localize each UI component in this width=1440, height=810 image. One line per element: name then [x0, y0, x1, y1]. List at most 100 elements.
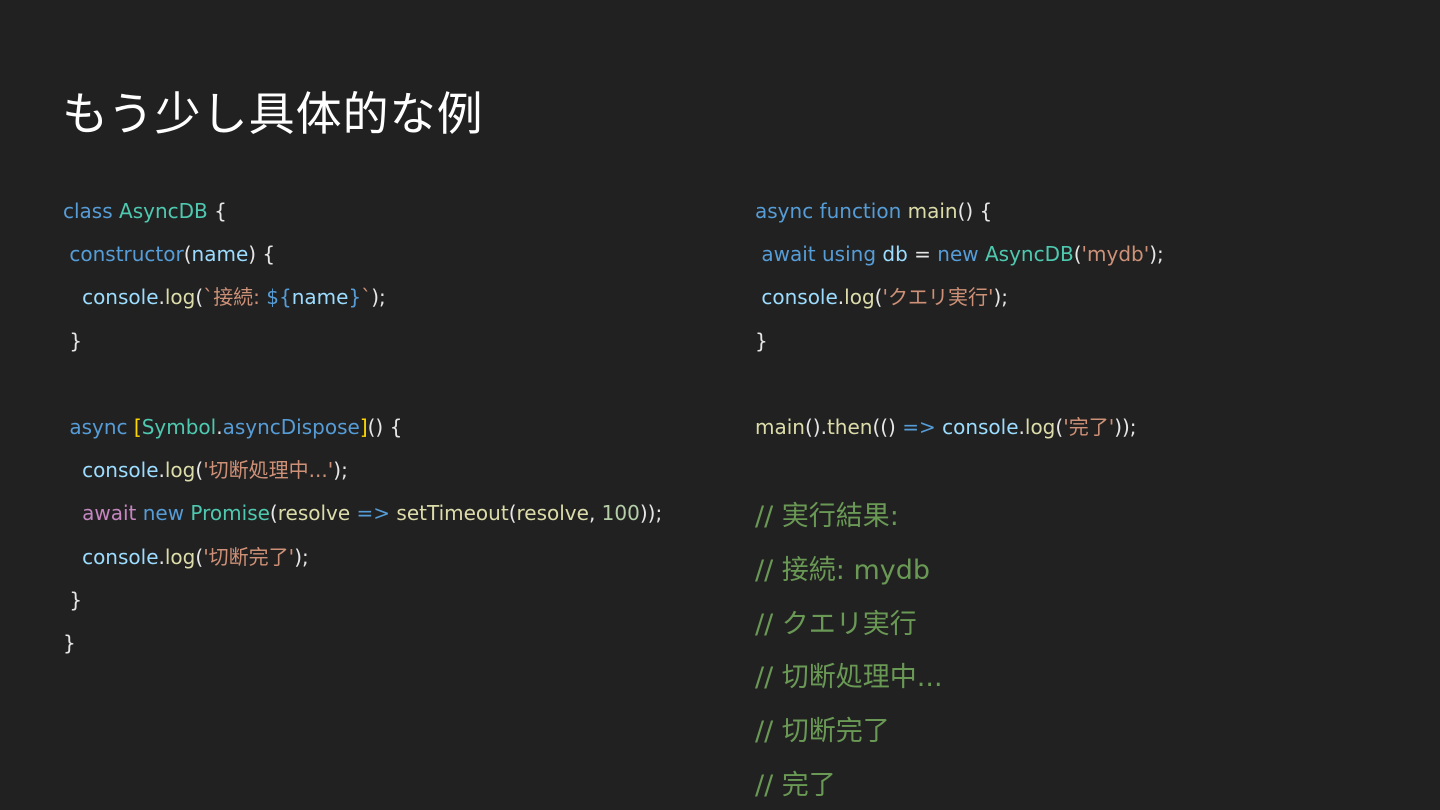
code-line: } — [63, 320, 723, 363]
result-comment-line: // 切断完了 — [755, 716, 890, 748]
code-token: console — [82, 544, 159, 569]
result-comment-line: // 完了 — [755, 769, 836, 801]
code-token: )); — [639, 501, 663, 526]
code-line: } — [755, 320, 1415, 363]
code-token: ) { — [248, 242, 276, 267]
code-token: await — [761, 242, 816, 267]
code-token: ` — [361, 285, 372, 310]
code-token: log — [164, 285, 196, 310]
code-token: resolve — [277, 501, 351, 526]
code-token: log — [1024, 414, 1056, 439]
code-line: class AsyncDB { — [63, 190, 723, 233]
code-token: )); — [1114, 414, 1137, 439]
code-token: console — [761, 285, 838, 310]
code-token: new — [937, 242, 979, 267]
code-token: ); — [993, 285, 1009, 310]
code-token: { — [207, 199, 227, 223]
code-token: `接続: — [203, 285, 267, 310]
code-token: Symbol — [141, 414, 217, 439]
code-token: asyncDispose — [222, 414, 360, 439]
code-token: } — [755, 328, 768, 353]
code-block-main-function: async function main() { await using db =… — [755, 190, 1415, 449]
code-token: 100 — [601, 501, 640, 526]
code-token: ${ — [266, 285, 292, 310]
code-token: () { — [367, 414, 403, 439]
code-token: log — [844, 285, 875, 310]
code-token: new — [142, 501, 185, 526]
code-token: class — [63, 199, 113, 223]
code-line: } — [63, 622, 723, 665]
result-comment-line: // クエリ実行 — [755, 608, 917, 640]
code-token: function — [819, 199, 902, 223]
code-token: () { — [957, 199, 993, 223]
code-token: then — [826, 414, 873, 439]
code-token: 'クエリ実行' — [882, 285, 994, 310]
code-line: console.log('クエリ実行'); — [755, 276, 1415, 319]
code-line: console.log('切断完了'); — [63, 536, 723, 579]
code-token: ); — [333, 458, 348, 483]
code-token: '切断完了' — [203, 544, 295, 569]
code-token: constructor — [69, 242, 184, 267]
code-token: => — [356, 501, 391, 526]
code-token: AsyncDB — [119, 199, 208, 223]
code-line: console.log(`接続: ${name}`); — [63, 276, 723, 319]
result-comment-line: // 実行結果: — [755, 501, 899, 532]
code-token: await — [82, 501, 137, 526]
code-token: console — [82, 285, 159, 310]
code-line: async function main() { — [755, 190, 1415, 233]
result-comment-line: // 接続: mydb — [755, 554, 931, 586]
code-line: console.log('切断処理中...'); — [63, 449, 723, 492]
code-token: (() — [872, 414, 903, 439]
code-token: 'mydb' — [1081, 242, 1150, 267]
code-token: } — [348, 285, 362, 310]
code-token: using — [822, 242, 877, 267]
code-token: } — [63, 587, 83, 612]
code-token: [ — [133, 414, 142, 439]
code-token: = — [907, 242, 938, 267]
code-token: ( — [1073, 242, 1082, 267]
code-token: (). — [804, 414, 827, 439]
code-line: constructor(name) { — [63, 233, 723, 276]
code-line: await using db = new AsyncDB('mydb'); — [755, 233, 1415, 276]
code-token: console — [82, 458, 159, 483]
code-token: log — [164, 544, 196, 569]
code-token: } — [63, 630, 76, 655]
code-line: } — [63, 579, 723, 622]
code-token: setTimeout — [396, 501, 509, 526]
code-token: main — [907, 199, 958, 223]
code-token: Promise — [190, 501, 270, 526]
code-token: } — [63, 328, 83, 353]
code-token: ( — [508, 501, 517, 526]
code-token: ] — [359, 414, 368, 439]
code-token: ); — [1149, 242, 1164, 267]
code-token: async — [755, 199, 814, 223]
code-line: await new Promise(resolve => setTimeout(… — [63, 492, 723, 535]
code-token: '切断処理中...' — [203, 458, 334, 483]
slide-title: もう少し具体的な例 — [62, 87, 484, 141]
code-token: AsyncDB — [984, 242, 1074, 267]
code-token: ); — [294, 544, 309, 569]
code-token: '完了' — [1063, 414, 1115, 439]
code-token: db — [882, 242, 908, 267]
code-token: => — [902, 414, 936, 439]
result-comment-line: // 切断処理中... — [755, 662, 943, 694]
code-token: main — [755, 414, 805, 439]
code-token: name — [291, 285, 349, 310]
code-token: resolve — [516, 501, 589, 526]
execution-result-comments: // 実行結果: // 接続: mydb // クエリ実行 // 切断処理中..… — [755, 490, 943, 810]
code-token: ( — [183, 242, 192, 267]
code-token: console — [942, 414, 1019, 439]
code-line: async [Symbol.asyncDispose]() { — [63, 406, 723, 449]
code-token: log — [164, 458, 196, 483]
code-token: async — [69, 414, 128, 439]
code-token: ); — [371, 285, 386, 310]
code-token: name — [191, 242, 249, 267]
code-block-asyncdb-class: class AsyncDB { constructor(name) { cons… — [63, 190, 723, 665]
slide: もう少し具体的な例 class AsyncDB { constructor(na… — [0, 0, 1440, 810]
